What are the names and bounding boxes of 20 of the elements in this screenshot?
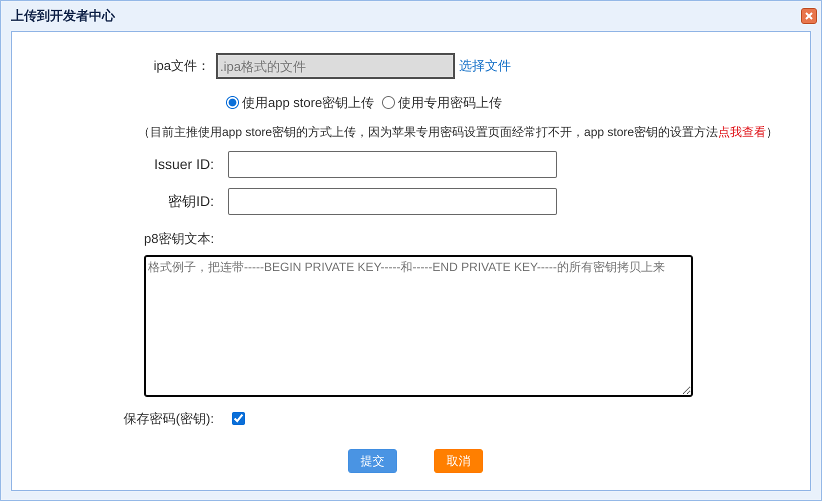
input-field[interactable] xyxy=(228,150,557,178)
save-checkbox[interactable] xyxy=(232,412,245,426)
radio-button[interactable] xyxy=(226,96,239,110)
radio-button[interactable] xyxy=(382,96,396,110)
field-label: ipa文件： xyxy=(152,57,211,76)
key-text-area[interactable]: 格式例子，把连带-----BEGIN PRIVATE KEY-----和-----END PRIVATE KEY-----的所有密钥拷贝上来 xyxy=(144,255,693,397)
submit-button[interactable]: 提交 xyxy=(348,448,397,472)
close-button[interactable] xyxy=(801,8,817,24)
field-label: Issuer ID: xyxy=(153,154,215,174)
input-field[interactable] xyxy=(228,188,557,214)
field-label: 保存密码(密钥): xyxy=(122,410,215,428)
view-link[interactable]: 点我查看 xyxy=(718,124,766,138)
window-title: 上传到开发者中心 xyxy=(11,7,115,26)
radio-label: 使用专用密码上传 xyxy=(398,94,502,112)
radio-label: 使用app store密钥上传 xyxy=(242,94,374,112)
cancel-button[interactable]: 取消 xyxy=(434,448,483,472)
close-icon xyxy=(804,11,814,21)
field-label: 密钥ID: xyxy=(167,192,215,210)
field-label: p8密钥文本: xyxy=(144,230,216,248)
note-text: （目前主推使用app store密钥的方式上传，因为苹果专用密码设置页面经常打不开，app store密钥的设置方法点我查看） xyxy=(138,124,780,140)
